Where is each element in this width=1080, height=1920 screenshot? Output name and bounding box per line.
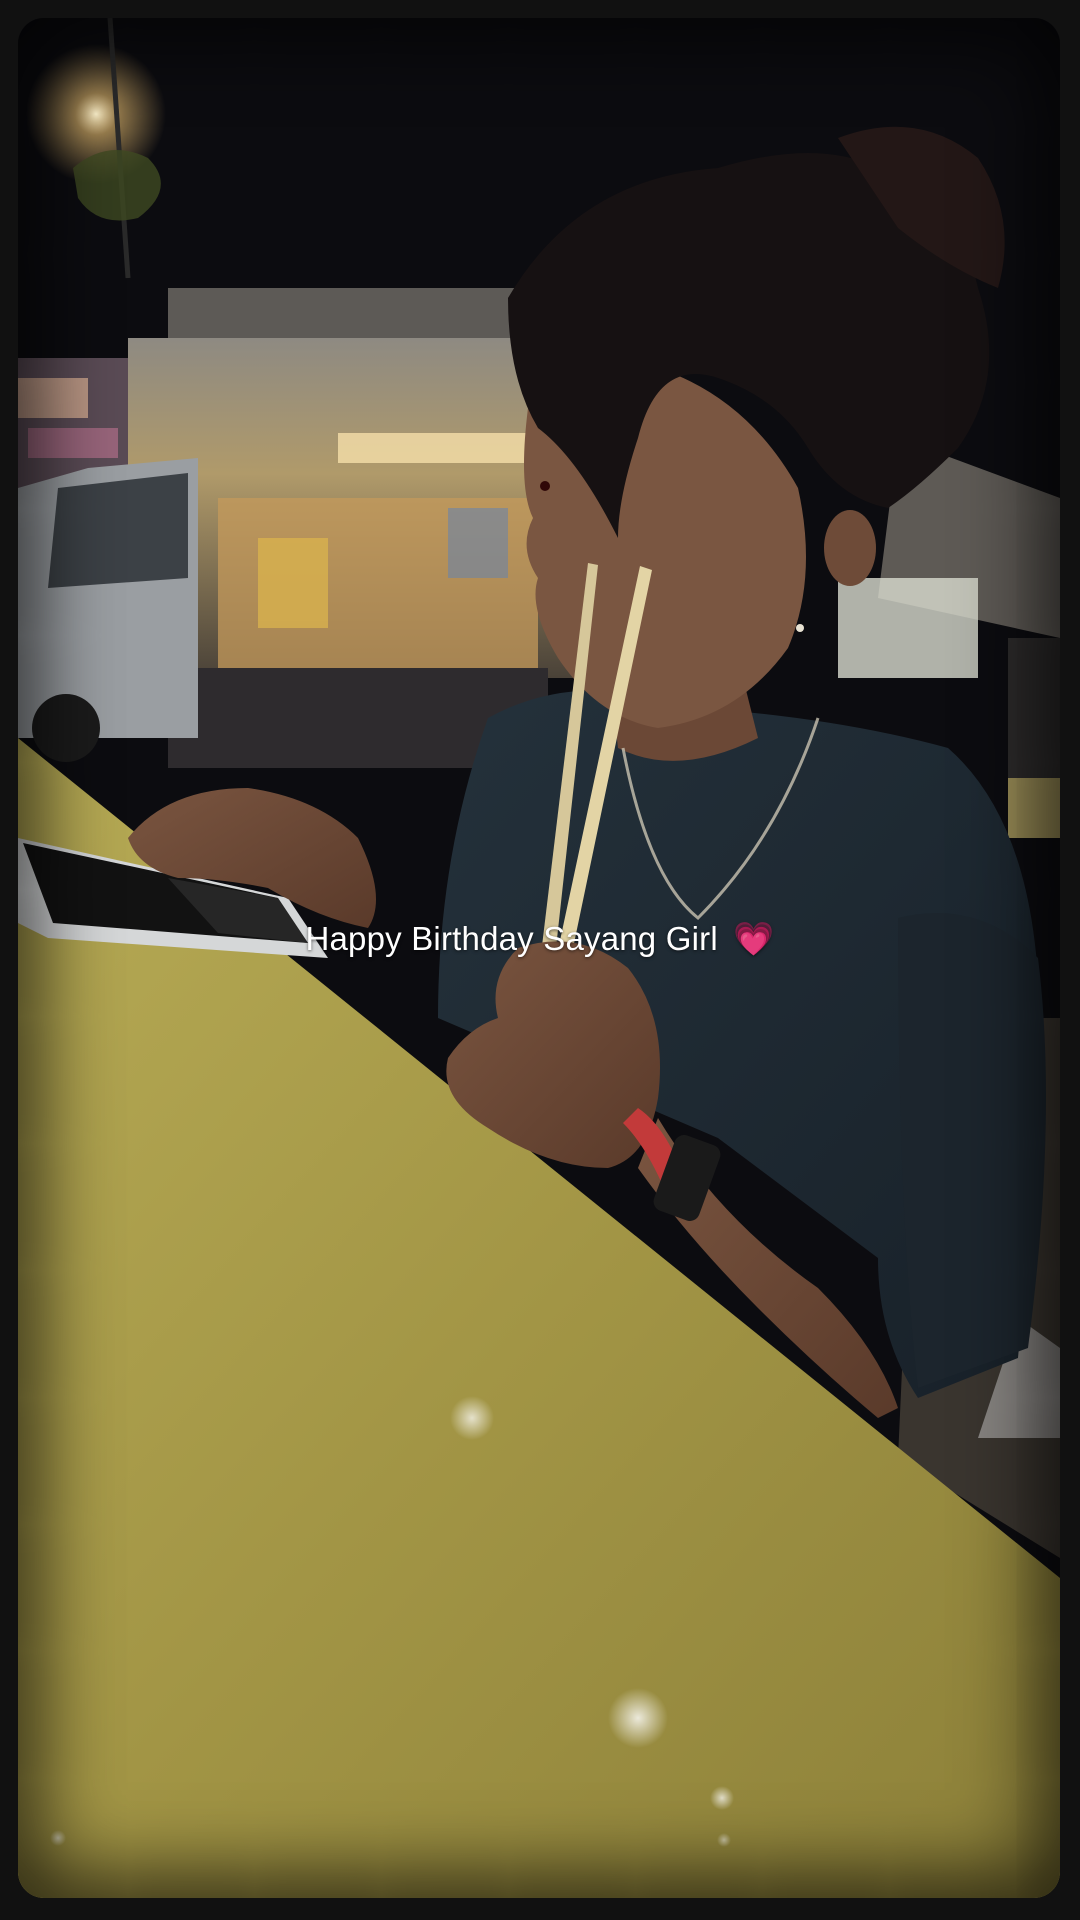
caption-label: Happy Birthday Sayang Girl — [305, 920, 718, 957]
pink-heart-icon: 💗 — [733, 920, 775, 957]
sleeve — [898, 913, 1046, 1388]
van — [18, 458, 198, 762]
caption-text: Happy Birthday Sayang Girl 💗 — [0, 920, 1080, 959]
video-frame: Happy Birthday Sayang Girl 💗 — [0, 0, 1080, 1920]
